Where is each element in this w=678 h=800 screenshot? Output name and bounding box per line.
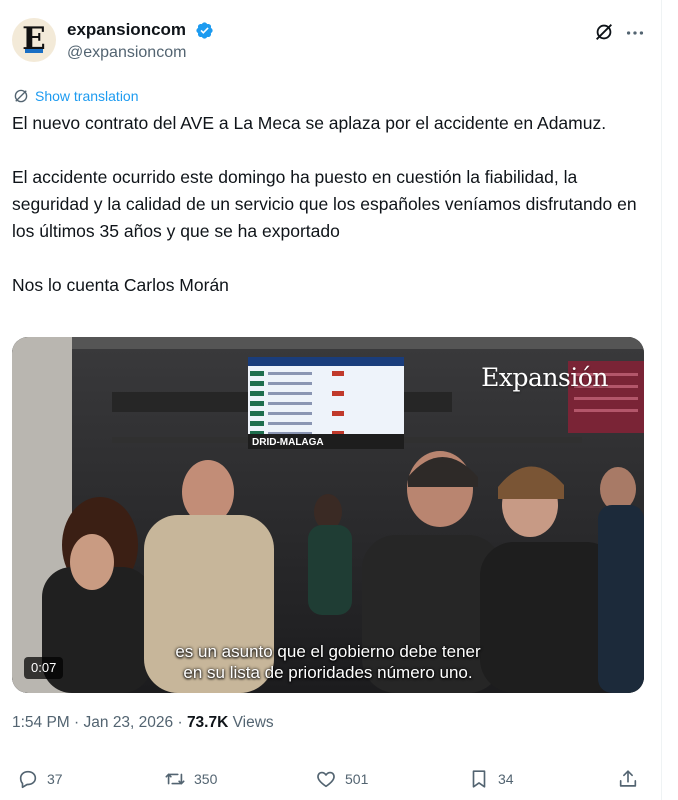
meta-separator: · <box>173 714 187 731</box>
video-player[interactable]: DRID-MALAGA Expansión es un asunto que e… <box>12 337 644 693</box>
tweet-time[interactable]: 1:54 PM <box>12 714 70 731</box>
tweet-meta: 1:54 PM · Jan 23, 2026 · 73.7K Views <box>12 714 274 732</box>
verified-badge-icon[interactable] <box>195 21 214 40</box>
translate-icon <box>14 89 28 103</box>
like-icon <box>317 771 335 788</box>
retweet-count: 350 <box>194 771 218 787</box>
avatar-logo-bar <box>25 49 43 53</box>
column-border <box>661 0 662 800</box>
tweet-header: E expansioncom @expansioncom <box>12 18 652 70</box>
board-caption: DRID-MALAGA <box>252 437 324 448</box>
reply-count: 37 <box>47 771 63 787</box>
show-translation-label: Show translation <box>35 88 139 104</box>
like-button[interactable]: 501 <box>315 768 368 790</box>
author-display-name[interactable]: expansioncom <box>67 20 186 40</box>
more-icon[interactable] <box>624 22 646 44</box>
bookmark-icon <box>472 770 486 788</box>
retweet-icon <box>165 773 185 785</box>
tweet-date[interactable]: Jan 23, 2026 <box>84 714 174 731</box>
meta-separator: · <box>69 714 84 731</box>
views-count: 73.7K <box>186 714 229 731</box>
share-icon <box>619 770 637 787</box>
author-handle[interactable]: @expansioncom <box>67 44 214 62</box>
expansion-watermark: Expansión <box>481 363 608 392</box>
grok-icon[interactable] <box>593 21 615 43</box>
video-subtitle-line-2: en su lista de prioridades número uno. <box>183 663 473 682</box>
tweet-text: El nuevo contrato del AVE a La Meca se a… <box>12 110 642 299</box>
share-button[interactable] <box>617 768 639 790</box>
tweet-paragraph: El accidente ocurrido este domingo ha pu… <box>12 167 637 241</box>
tweet-actions: 37 350 501 34 <box>12 768 642 796</box>
author-block: expansioncom @expansioncom <box>67 20 214 62</box>
bookmark-count: 34 <box>498 771 514 787</box>
show-translation-link[interactable]: Show translation <box>12 86 139 106</box>
tweet-paragraph: Nos lo cuenta Carlos Morán <box>12 275 229 295</box>
retweet-button[interactable]: 350 <box>164 768 217 790</box>
reply-icon <box>19 770 37 789</box>
views-label: Views <box>228 714 274 731</box>
tweet-paragraph: El nuevo contrato del AVE a La Meca se a… <box>12 113 607 133</box>
reply-button[interactable]: 37 <box>17 768 63 790</box>
like-count: 501 <box>345 771 369 787</box>
avatar[interactable]: E <box>12 18 56 62</box>
video-subtitle-line-1: es un asunto que el gobierno debe tener <box>175 642 481 661</box>
video-duration-badge: 0:07 <box>24 657 64 679</box>
bookmark-button[interactable]: 34 <box>468 768 514 790</box>
